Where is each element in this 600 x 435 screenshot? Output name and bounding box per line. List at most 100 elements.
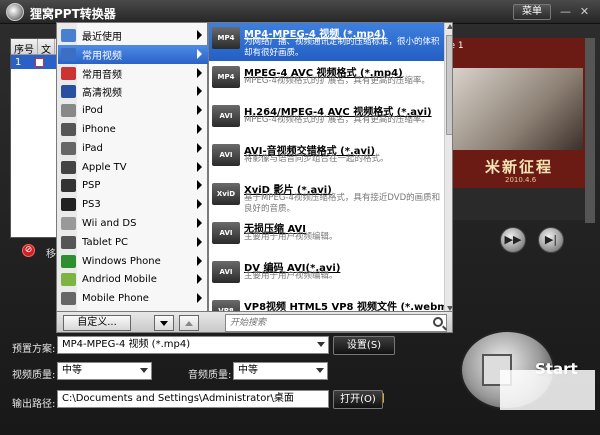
film-icon	[61, 47, 76, 61]
preset-select[interactable]: MP4-MPEG-4 视频 (*.mp4)	[57, 336, 329, 354]
menu-item-label: iPhone	[82, 124, 116, 135]
start-shine	[500, 370, 595, 410]
menu-item-label: iPad	[82, 142, 103, 154]
chevron-right-icon	[197, 199, 202, 210]
minimize-icon[interactable]: —	[559, 5, 572, 18]
format-file-icon: MP4	[212, 27, 240, 49]
menu-item-最近使用[interactable]: 最近使用	[58, 26, 208, 45]
phone-icon	[61, 292, 76, 306]
chevron-right-icon	[197, 124, 202, 134]
menu-item-ps3[interactable]: PS3	[58, 195, 208, 214]
file-list: 序号 文 1	[10, 38, 60, 238]
video-quality-value: 中等	[62, 365, 82, 376]
format-option[interactable]: AVI DV 编码 AVI(*.avi) 主要用于用户视频编辑。	[209, 257, 444, 295]
remove-icon[interactable]: ⊘	[22, 244, 35, 257]
format-file-icon: AVI	[212, 144, 240, 166]
output-path-field[interactable]: C:\Documents and Settings\Administrator\…	[57, 390, 384, 408]
format-file-icon: AVI	[212, 261, 240, 283]
chevron-right-icon	[197, 180, 202, 191]
preset-value: MP4-MPEG-4 视频 (*.mp4)	[62, 339, 191, 350]
menu-item-ipad[interactable]: iPad	[58, 139, 208, 158]
menu-item-label: Wii and DS	[82, 218, 137, 229]
submenu-scroll-thumb[interactable]	[446, 35, 452, 135]
popup-bottom-bar: 自定义...	[56, 311, 453, 333]
format-submenu: VP8 VP8视频 HTML5 VP8 视频文件 (*.webm) AVI DV 编码…	[208, 22, 453, 312]
menu-item-常用音频[interactable]: 常用音频	[58, 64, 208, 83]
menu-item-label: Apple TV	[82, 161, 127, 173]
format-search[interactable]	[225, 314, 447, 332]
chevron-down-icon	[140, 368, 148, 373]
menu-item-psp[interactable]: PSP	[58, 176, 208, 195]
chevron-right-icon	[197, 105, 202, 116]
file-list-header: 序号 文	[11, 39, 59, 56]
chevron-right-icon	[197, 255, 202, 266]
remove-bar: ⊘ 移	[10, 242, 60, 260]
chevron-right-icon	[197, 67, 202, 78]
video-quality-select[interactable]: 中等	[57, 362, 152, 380]
preview-scrollbar[interactable]	[585, 38, 595, 223]
preview-banner-text: 米新征程	[485, 158, 554, 176]
menu-item-windows-phone[interactable]: Windows Phone	[58, 252, 208, 271]
search-input[interactable]	[226, 315, 426, 331]
format-option[interactable]: VP8 VP8视频 HTML5 VP8 视频文件 (*.webm)	[209, 296, 452, 311]
menu-item-label: 高清视频	[82, 88, 122, 100]
arrow-up-icon	[185, 321, 193, 326]
ipad-icon	[61, 141, 76, 155]
play-icon[interactable]: ▶▶	[500, 227, 526, 253]
format-title: VP8视频 HTML5 VP8 视频文件 (*.webm)	[244, 302, 453, 312]
output-path-value: C:\Documents and Settings\Administrator\…	[62, 393, 294, 404]
clock-icon	[61, 29, 76, 42]
menu-button[interactable]: 菜单	[513, 4, 551, 20]
format-option[interactable]: AVI H.264/MPEG-4 AVC 视频格式 (*.avi) MPEG-4视频…	[209, 101, 444, 139]
preview-frame	[453, 68, 583, 150]
open-button[interactable]: 打开(O)	[333, 390, 383, 409]
menu-item-andriod-mobile[interactable]: Andriod Mobile	[58, 270, 208, 289]
menu-item-label: iPod	[82, 105, 103, 117]
chevron-right-icon	[197, 218, 202, 228]
music-icon	[61, 66, 76, 80]
appletv-icon	[61, 160, 76, 174]
format-option[interactable]: MP4 MPEG-4 AVC 视频格式 (*.mp4) MPEG-4视频格式的扩展名…	[209, 62, 444, 100]
video-preview: le 1 米新征程 2010.4.6	[445, 38, 590, 188]
preview-control-strip	[445, 188, 590, 220]
column-header-index[interactable]: 序号	[11, 39, 38, 56]
submenu-scrollbar[interactable]	[444, 23, 452, 311]
iphone-icon	[61, 123, 76, 136]
format-option[interactable]: AVI AVI-音视频交错格式 (*.avi) 将影像与语音同步组合在一起的格式。	[209, 140, 444, 178]
menu-item-高清视频[interactable]: 高清视频	[58, 82, 208, 101]
menu-item-mobile-phone[interactable]: Mobile Phone	[58, 289, 208, 308]
chevron-right-icon	[197, 48, 202, 59]
chevron-right-icon	[197, 86, 202, 97]
move-down-button[interactable]	[154, 315, 174, 331]
format-option[interactable]: XviD XviD 影片 (*.avi) 基于MPEG-4视频压缩格式，具有接近DV…	[209, 179, 444, 217]
format-file-icon: XviD	[212, 183, 240, 205]
menu-item-apple-tv[interactable]: Apple TV	[58, 158, 208, 177]
format-option[interactable]: MP4 MP4-MPEG-4 视频 (*.mp4) 为网络广播、视频通讯定制的压缩标…	[209, 23, 444, 61]
chevron-right-icon	[197, 142, 202, 153]
preview-date: 2010.4.6	[505, 176, 537, 184]
next-icon[interactable]: ▶|	[538, 227, 564, 253]
chevron-right-icon	[197, 161, 202, 172]
menu-item-tablet-pc[interactable]: Tablet PC	[58, 233, 208, 252]
menu-item-iphone[interactable]: iPhone	[58, 120, 208, 139]
menu-item-ipod[interactable]: iPod	[58, 101, 208, 120]
row-checkbox[interactable]	[35, 57, 45, 67]
search-icon[interactable]	[433, 317, 443, 327]
format-description: 主要用于用户视频编辑。	[244, 271, 338, 281]
audio-quality-select[interactable]: 中等	[233, 362, 328, 380]
menu-item-label: 常用视频	[82, 50, 122, 62]
arrow-down-icon	[160, 321, 168, 326]
remove-label[interactable]: 移	[46, 245, 56, 260]
app-logo-icon	[6, 3, 24, 21]
menu-item-wii-and-ds[interactable]: Wii and DS	[58, 214, 208, 233]
menu-item-label: Windows Phone	[82, 255, 161, 267]
settings-button[interactable]: 设置(S)	[333, 336, 395, 355]
menu-item-常用视频[interactable]: 常用视频	[58, 44, 208, 64]
scroll-up-icon[interactable]	[447, 24, 452, 29]
custom-button[interactable]: 自定义...	[63, 315, 131, 331]
move-up-button[interactable]	[179, 315, 199, 331]
close-icon[interactable]: ✕	[578, 5, 591, 18]
format-option[interactable]: AVI 无损压缩 AVI 主要用于用户视频编辑。	[209, 218, 444, 256]
column-header-file[interactable]: 文	[38, 39, 55, 56]
table-row[interactable]: 1	[11, 55, 59, 69]
